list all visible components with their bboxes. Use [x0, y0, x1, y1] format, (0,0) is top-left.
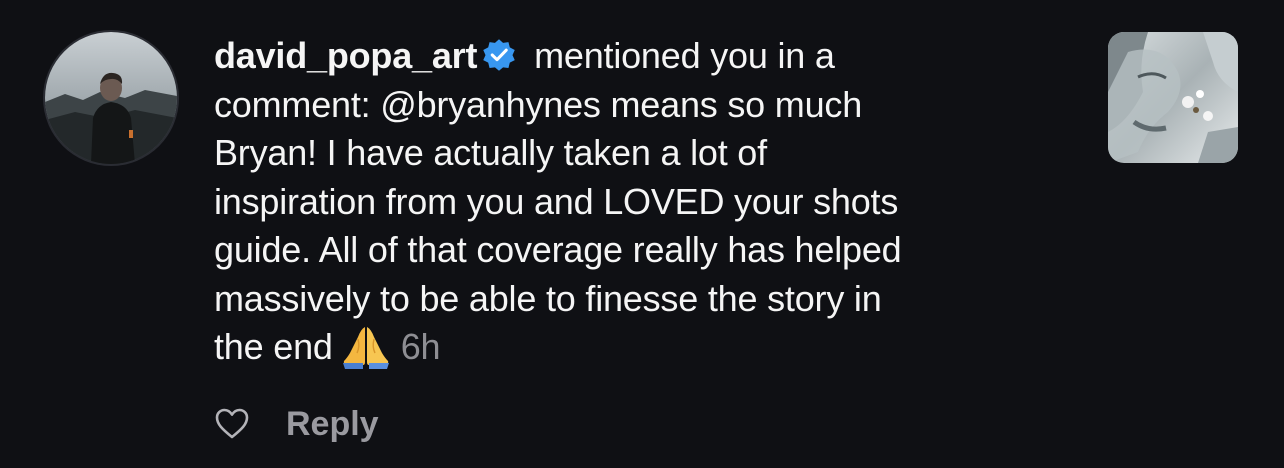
verified-badge-icon	[483, 39, 516, 71]
notification-message: david_popa_art mentioned you in a commen…	[214, 32, 1084, 372]
message-line-6: massively to be able to finesse the stor…	[214, 277, 882, 319]
profile-avatar[interactable]	[45, 32, 177, 164]
folded-hands-emoji-icon	[342, 327, 389, 369]
post-thumbnail[interactable]	[1108, 32, 1238, 163]
message-line-5: guide. All of that coverage really has h…	[214, 229, 902, 270]
message-line-7: the end	[214, 326, 333, 367]
message-line-3: Bryan! I have actually taken a lot of	[214, 132, 767, 173]
notification-actions: Reply	[214, 400, 379, 448]
username-link[interactable]: david_popa_art	[214, 35, 477, 76]
message-line-4: inspiration from you and LOVED your shot…	[214, 180, 899, 222]
comment-mention-notification[interactable]: david_popa_art mentioned you in a commen…	[0, 0, 1284, 468]
notification-timestamp: 6h	[400, 326, 441, 367]
heart-outline-icon[interactable]	[214, 406, 250, 442]
avatar-photo	[45, 32, 177, 164]
post-thumbnail-image	[1108, 32, 1238, 163]
reply-button[interactable]: Reply	[286, 405, 379, 444]
message-line-2: comment: @bryanhynes means so much	[214, 83, 863, 125]
message-line-1: mentioned you in a	[524, 35, 835, 76]
